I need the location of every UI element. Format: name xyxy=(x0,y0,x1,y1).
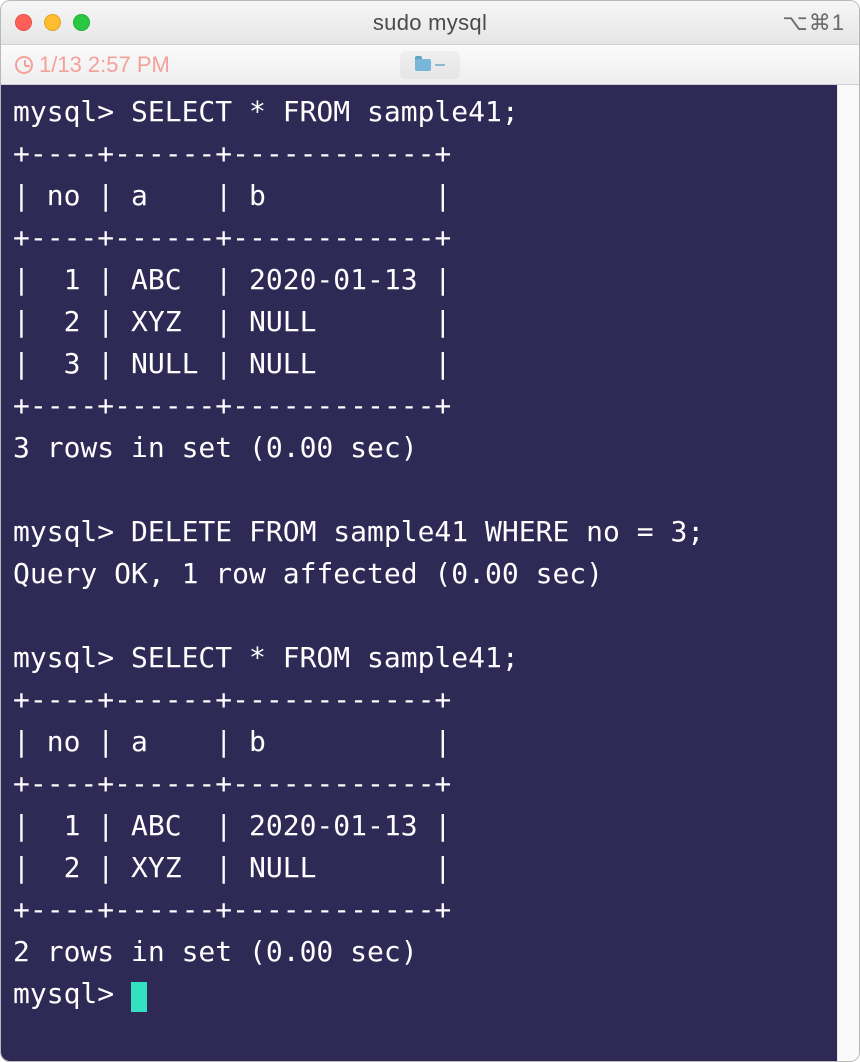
scrollbar[interactable] xyxy=(837,85,859,1061)
toolbar: 1/13 2:57 PM xyxy=(1,45,859,85)
titlebar[interactable]: sudo mysql ⌥⌘1 xyxy=(1,1,859,45)
window-title: sudo mysql xyxy=(1,10,859,36)
window-shortcut: ⌥⌘1 xyxy=(782,10,845,36)
terminal-output[interactable]: mysql> SELECT * FROM sample41; +----+---… xyxy=(1,85,837,1061)
timestamp-badge[interactable]: 1/13 2:57 PM xyxy=(15,52,170,78)
cursor xyxy=(131,982,147,1012)
current-prompt: mysql> xyxy=(13,977,131,1010)
clock-icon xyxy=(15,56,33,74)
window-body: mysql> SELECT * FROM sample41; +----+---… xyxy=(1,85,859,1061)
folder-chip[interactable] xyxy=(400,51,460,79)
folder-icon xyxy=(415,59,431,71)
dash-icon xyxy=(435,64,445,66)
timestamp-text: 1/13 2:57 PM xyxy=(39,52,170,78)
app-window: sudo mysql ⌥⌘1 1/13 2:57 PM mysql> SELEC… xyxy=(0,0,860,1062)
